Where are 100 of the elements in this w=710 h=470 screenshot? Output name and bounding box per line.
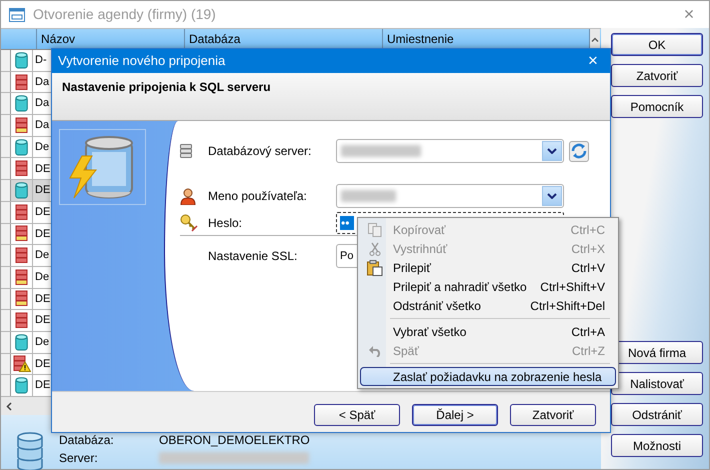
close-button[interactable]: × xyxy=(669,1,709,28)
dialog-heading: Nastavenie pripojenia k SQL serveru xyxy=(62,79,272,96)
database-stack-icon xyxy=(15,204,28,221)
menu-item[interactable]: Vybrať všetko Ctrl+A xyxy=(360,322,616,341)
chevron-left-icon xyxy=(6,402,12,410)
info-label: Databáza: xyxy=(59,432,115,449)
row-header[interactable] xyxy=(1,202,11,222)
row-header[interactable] xyxy=(1,136,11,158)
shortcut-text: Ctrl+Z xyxy=(572,342,605,360)
cylinder-icon xyxy=(15,138,28,156)
table-cell-text: DE xyxy=(34,162,50,177)
button[interactable]: Pomocník xyxy=(611,95,703,118)
field-label: Databázový server: xyxy=(208,143,312,160)
button[interactable]: Zatvoriť xyxy=(510,404,596,426)
copy-icon xyxy=(368,222,382,236)
dropdown-button[interactable] xyxy=(542,186,562,206)
chevron-down-icon xyxy=(547,193,557,199)
table-cell-text: DE xyxy=(34,378,50,394)
button[interactable]: Odstrániť xyxy=(611,403,703,426)
table-cell-text: DE xyxy=(34,226,50,242)
menu-item[interactable]: Odstrániť všetko Ctrl+Shift+Del xyxy=(360,296,616,315)
database-stack-icon xyxy=(15,116,28,134)
user-icon xyxy=(180,188,196,204)
database-stack-icon xyxy=(15,225,28,242)
table-cell-text: De xyxy=(34,248,50,264)
menu-item[interactable]: Prilepiť a nahradiť všetko Ctrl+Shift+V xyxy=(360,277,616,296)
window-title: Otvorenie agendy (firmy) (19) xyxy=(33,5,216,24)
clipboard-icon xyxy=(367,260,383,276)
table-cell-text: Da xyxy=(34,96,50,112)
button[interactable]: Zatvoriť xyxy=(611,64,703,87)
table-cell-text: DE xyxy=(34,204,50,220)
table-cell-text: Da xyxy=(34,74,50,90)
database-stack-icon xyxy=(15,290,28,308)
row-header[interactable] xyxy=(1,310,11,331)
field-value: Po xyxy=(340,248,354,264)
database-icon xyxy=(17,431,43,470)
shortcut-text: Ctrl+X xyxy=(571,240,605,258)
database-stack-icon xyxy=(15,312,28,330)
row-header[interactable] xyxy=(1,266,11,288)
button[interactable]: Ďalej > xyxy=(412,404,498,426)
shortcut-text: Ctrl+Shift+V xyxy=(540,278,605,296)
table-cell-text: De xyxy=(34,140,50,155)
scissors-icon xyxy=(369,242,381,256)
table-cell-text: DE xyxy=(34,313,50,328)
button[interactable]: OK xyxy=(611,33,703,56)
row-header[interactable] xyxy=(1,224,11,244)
table-cell-text: DE xyxy=(34,356,50,372)
menu-item[interactable]: Prilepiť Ctrl+V xyxy=(360,258,616,277)
database-stack-icon xyxy=(15,247,28,264)
table-cell-text: Da xyxy=(34,118,50,134)
cylinder-icon xyxy=(15,377,28,394)
row-header[interactable] xyxy=(1,354,11,374)
dropdown-button[interactable] xyxy=(542,141,562,161)
row-header[interactable] xyxy=(1,375,11,396)
refresh-button[interactable] xyxy=(569,140,589,162)
row-header[interactable] xyxy=(1,93,11,114)
refresh-icon xyxy=(571,143,587,159)
cylinder-icon xyxy=(15,334,28,351)
menu-item[interactable]: Zaslať požiadavku na zobrazenie hesla xyxy=(360,367,616,386)
row-header[interactable] xyxy=(1,180,11,201)
table-cell-text: DE xyxy=(34,292,50,307)
database-warning-icon xyxy=(12,355,30,372)
field-label: Heslo: xyxy=(208,215,244,232)
button[interactable]: Nalistovať xyxy=(611,372,703,395)
table-cell-text: De xyxy=(34,335,50,350)
cylinder-icon xyxy=(15,95,28,112)
row-header[interactable] xyxy=(1,115,11,136)
row-header[interactable] xyxy=(1,50,11,71)
database-stack-icon xyxy=(15,268,28,286)
dropdown-field[interactable] xyxy=(336,184,564,208)
chevron-up-icon xyxy=(591,36,599,42)
field-label: Nastavenie SSL: xyxy=(208,248,298,265)
button[interactable]: < Späť xyxy=(314,404,400,426)
database-stack-icon xyxy=(15,160,28,178)
row-header[interactable] xyxy=(1,245,11,266)
window-icon xyxy=(9,8,25,22)
scroll-up-button[interactable] xyxy=(590,29,600,49)
shortcut-text: Ctrl+Shift+Del xyxy=(530,298,605,314)
shortcut-text: Ctrl+A xyxy=(571,324,605,340)
shortcut-text: Ctrl+V xyxy=(571,260,605,276)
table-cell: DE xyxy=(33,180,50,201)
database-stack-icon xyxy=(15,74,28,91)
field-label: Meno používateľa: xyxy=(208,188,308,205)
row-header[interactable] xyxy=(1,158,11,180)
dropdown-field[interactable] xyxy=(336,139,564,163)
button[interactable]: Možnosti xyxy=(611,434,703,457)
row-header[interactable] xyxy=(1,288,11,310)
key-icon xyxy=(180,214,198,232)
close-button[interactable]: × xyxy=(576,48,610,74)
shortcut-text: Ctrl+C xyxy=(570,222,605,238)
info-label: Server: xyxy=(59,450,99,467)
row-header[interactable] xyxy=(1,72,11,92)
row-header[interactable] xyxy=(1,332,11,353)
chevron-down-icon xyxy=(547,148,557,154)
table-cell-text: De xyxy=(34,270,50,285)
table-cell-text: D- xyxy=(34,53,47,68)
server-icon xyxy=(180,144,192,158)
undo-icon xyxy=(368,344,382,356)
cylinder-icon xyxy=(15,182,28,199)
cylinder-icon xyxy=(15,52,28,69)
